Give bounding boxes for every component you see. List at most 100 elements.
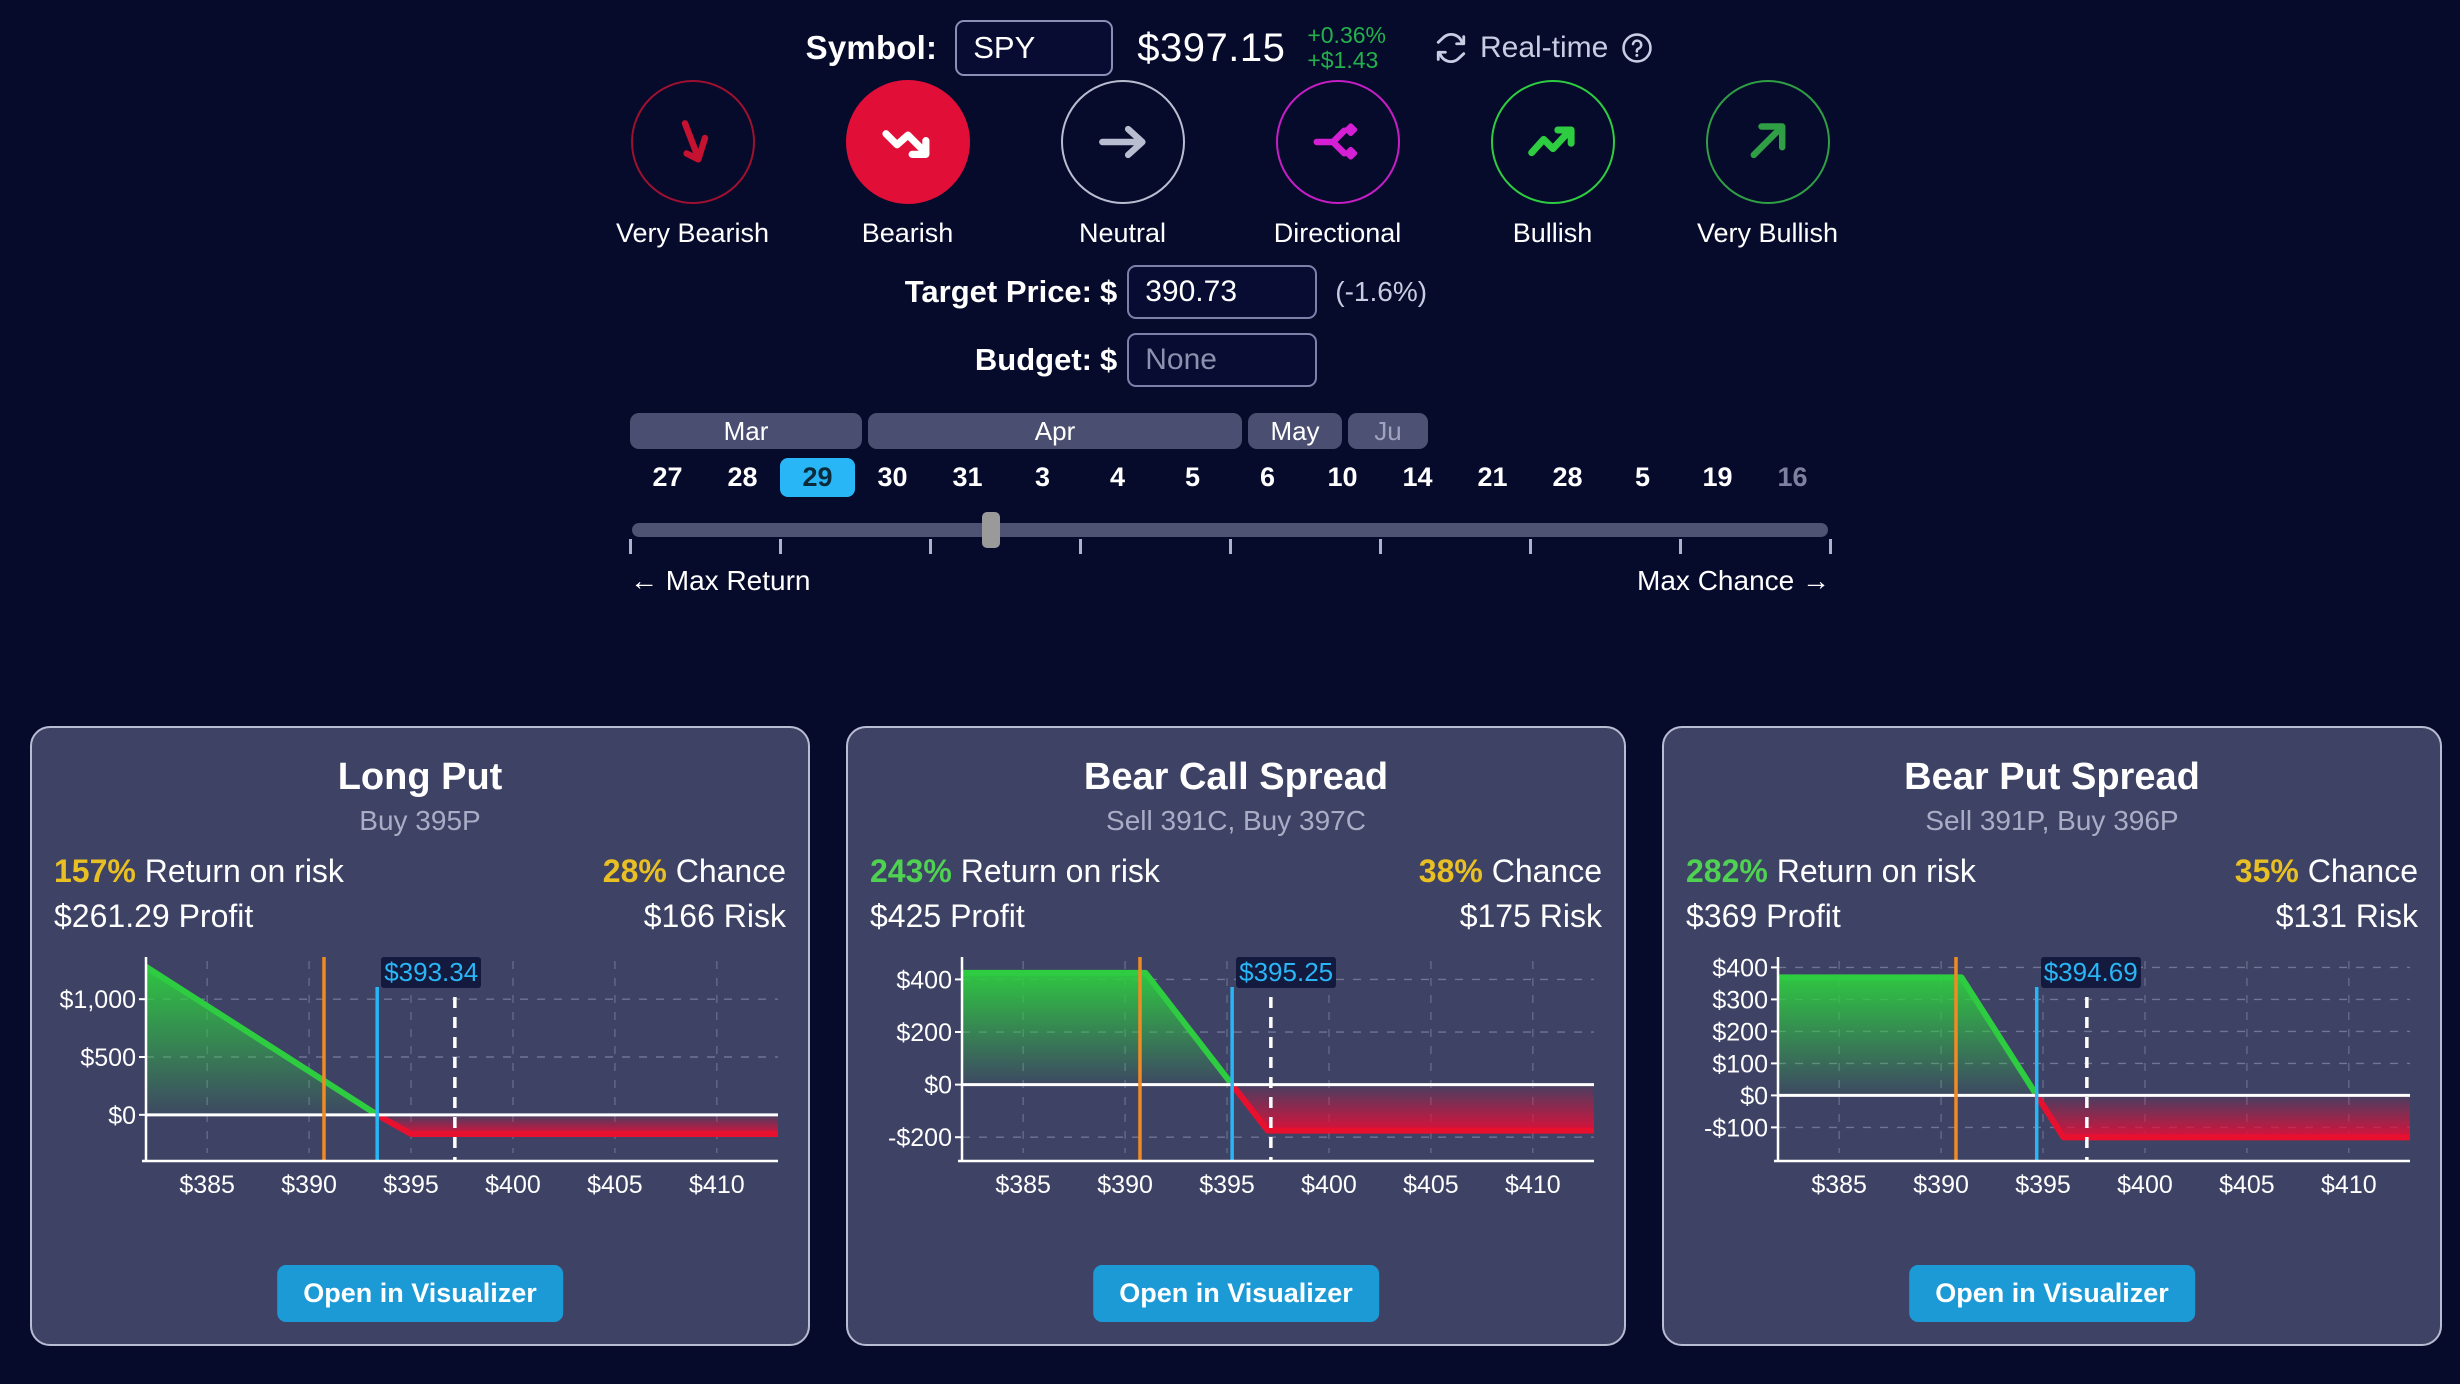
expiry-day-28[interactable]: 28 (1530, 458, 1605, 497)
sentiment-label: Bullish (1512, 218, 1593, 248)
expiry-day-14[interactable]: 14 (1380, 458, 1455, 497)
open-in-visualizer-button[interactable]: Open in Visualizer (1093, 1265, 1379, 1322)
expiry-month-ju[interactable]: Ju (1348, 413, 1428, 449)
return-on-risk-value: 282% (1686, 853, 1768, 889)
expiry-month-label: Apr (1034, 415, 1076, 446)
directional-circle[interactable] (1275, 80, 1400, 204)
sentiment-option-very-bearish[interactable]: Very Bearish (616, 80, 769, 249)
expiry-month-apr[interactable]: Apr (868, 413, 1242, 449)
slider-track[interactable] (632, 512, 1828, 548)
svg-text:$395: $395 (2015, 1171, 2071, 1199)
svg-text:$395: $395 (383, 1171, 439, 1199)
price-change-percent: +0.36% (1307, 22, 1386, 49)
sentiment-option-bearish[interactable]: Bearish (840, 80, 975, 249)
sentiment-selector: Very Bearish Bearish Neutral Directional… (0, 80, 2460, 249)
expiry-day-31[interactable]: 31 (930, 458, 1005, 497)
very-bearish-circle[interactable] (630, 80, 755, 204)
svg-text:$405: $405 (587, 1171, 643, 1199)
help-circle-icon[interactable] (1620, 31, 1654, 65)
sentiment-label: Bearish (861, 218, 954, 248)
chart-container: $400 $300 $200 $100 $0 -$100 $385 $390 $395 $400 $… (1686, 949, 2418, 1209)
return-on-risk: 282% Return on risk (1686, 853, 1976, 890)
current-price: $397.15 (1137, 25, 1286, 70)
svg-text:$0: $0 (924, 1072, 952, 1100)
strategy-card: Bear Put Spread Sell 391P, Buy 396P 282% R… (1662, 726, 2442, 1346)
symbol-label: Symbol: (805, 29, 938, 66)
expiry-month-label: Ju (1374, 415, 1402, 446)
svg-text:$400: $400 (2117, 1171, 2173, 1199)
open-in-visualizer-button[interactable]: Open in Visualizer (1909, 1265, 2195, 1322)
branch-split-icon (1313, 123, 1357, 160)
risk-amount: $175 Risk (1459, 898, 1602, 934)
chance-value: 28% (602, 853, 667, 889)
expiry-day-10[interactable]: 10 (1305, 458, 1380, 497)
svg-text:$385: $385 (179, 1171, 235, 1199)
max-return-label: ← Max Return (630, 565, 811, 596)
budget-row: Budget: $ (0, 333, 2460, 387)
sentiment-label: Very Bearish (615, 218, 770, 248)
budget-label: Budget: (974, 342, 1092, 377)
budget-currency: $ (1100, 342, 1118, 377)
sentiment-label: Directional (1273, 218, 1402, 248)
svg-text:$400: $400 (485, 1171, 541, 1199)
sentiment-option-bullish[interactable]: Bullish (1485, 80, 1620, 249)
arrow-right-icon (1098, 125, 1146, 159)
svg-text:$405: $405 (2219, 1171, 2275, 1199)
svg-text:$400: $400 (1712, 954, 1768, 982)
return-chance-slider[interactable]: ← Max Return Max Chance → (628, 512, 1832, 597)
svg-text:$1,000: $1,000 (60, 986, 136, 1014)
svg-text:$390: $390 (281, 1171, 337, 1199)
svg-text:$200: $200 (1712, 1018, 1768, 1046)
expiry-day-6[interactable]: 6 (1230, 458, 1305, 497)
svg-text:$390: $390 (1097, 1171, 1153, 1199)
expiry-month-label: Mar (723, 415, 769, 446)
svg-text:$405: $405 (1403, 1171, 1459, 1199)
budget-input[interactable] (1127, 333, 1318, 387)
slider-tick (1228, 539, 1232, 554)
expiry-day-3[interactable]: 3 (1005, 458, 1080, 497)
refresh-icon[interactable] (1434, 31, 1468, 65)
expiry-day-16[interactable]: 16 (1755, 458, 1830, 497)
chance: 38% Chance (1419, 853, 1602, 890)
strategy-title: Long Put (337, 756, 503, 798)
expiry-day-28[interactable]: 28 (705, 458, 780, 497)
price-change-absolute: +$1.43 (1307, 47, 1379, 73)
expiry-day-5[interactable]: 5 (1155, 458, 1230, 497)
svg-text:$0: $0 (108, 1102, 136, 1130)
symbol-input[interactable] (955, 20, 1114, 76)
open-in-visualizer-button[interactable]: Open in Visualizer (277, 1265, 563, 1322)
expiry-day-4[interactable]: 4 (1080, 458, 1155, 497)
expiry-month-mar[interactable]: Mar (630, 413, 862, 449)
bearish-circle[interactable] (845, 80, 970, 204)
slider-tick (1678, 539, 1682, 554)
expiry-day-30[interactable]: 30 (855, 458, 930, 497)
chart-container: $400 $200 $0 -$200 $385 $390 $395 $400 $405 $410 $… (870, 949, 1602, 1209)
strategy-card: Bear Call Spread Sell 391C, Buy 397C 243% … (846, 726, 1626, 1346)
svg-text:$400: $400 (1301, 1171, 1357, 1199)
profit-amount: $425 Profit (870, 898, 1025, 934)
expiry-day-5[interactable]: 5 (1605, 458, 1680, 497)
expiry-day-29-selected[interactable]: 29 (780, 458, 855, 497)
realtime-label: Real-time (1479, 31, 1609, 64)
expiry-day-19[interactable]: 19 (1680, 458, 1755, 497)
expiry-month-label: May (1270, 415, 1320, 446)
slider-tick (1828, 539, 1832, 554)
expiry-day-27[interactable]: 27 (630, 458, 705, 497)
svg-text:$410: $410 (1505, 1171, 1561, 1199)
target-price-input[interactable] (1127, 265, 1318, 319)
realtime-indicator[interactable]: Real-time (1434, 31, 1654, 65)
svg-text:$410: $410 (689, 1171, 745, 1199)
very-bullish-circle[interactable] (1705, 80, 1830, 204)
expiry-day-21[interactable]: 21 (1455, 458, 1530, 497)
strategy-legs: Sell 391P, Buy 396P (1925, 805, 2179, 836)
expiry-month-may[interactable]: May (1248, 413, 1342, 449)
slider-tick (1378, 539, 1382, 554)
target-price-delta: (-1.6%) (1335, 276, 1428, 307)
svg-text:$200: $200 (896, 1019, 952, 1047)
sentiment-option-neutral[interactable]: Neutral (1055, 80, 1190, 249)
bullish-circle[interactable] (1490, 80, 1615, 204)
target-price-label: Target Price: (904, 274, 1092, 309)
sentiment-option-very-bullish[interactable]: Very Bullish (1697, 80, 1838, 249)
sentiment-option-directional[interactable]: Directional (1270, 80, 1405, 249)
neutral-circle[interactable] (1060, 80, 1185, 204)
